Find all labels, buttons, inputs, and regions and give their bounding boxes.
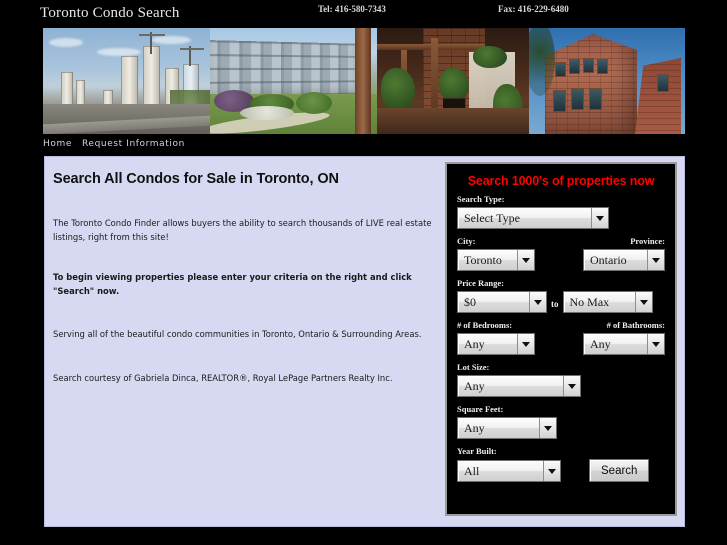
chevron-down-icon	[647, 334, 664, 354]
chevron-down-icon	[529, 292, 546, 312]
main-navigation: Home Request Information	[43, 136, 185, 152]
chevron-down-icon	[539, 418, 556, 438]
site-title: Toronto Condo Search	[40, 5, 180, 21]
select-year-built-value: All	[464, 463, 480, 478]
banner-image-strip	[43, 28, 685, 134]
service-area-paragraph: Serving all of the beautiful condo commu…	[53, 329, 422, 340]
label-lot-size: Lot Size:	[457, 362, 490, 372]
select-search-type-value: Select Type	[464, 210, 520, 225]
field-lot-size: Lot Size: Any	[457, 362, 665, 397]
chevron-down-icon	[563, 376, 580, 396]
banner-image-construction-skyline	[43, 28, 210, 134]
nav-link-request-information[interactable]: Request Information	[82, 139, 185, 149]
select-bathrooms-value: Any	[590, 336, 611, 351]
intro-column: Search All Condos for Sale in Toronto, O…	[53, 165, 445, 386]
banner-image-brick-loft	[529, 28, 685, 134]
banner-image-condo-garden	[210, 28, 377, 134]
nav-link-home[interactable]: Home	[43, 139, 72, 149]
select-province[interactable]: Ontario	[583, 249, 665, 271]
label-province: Province:	[630, 236, 665, 246]
chevron-down-icon	[634, 292, 652, 312]
select-bedrooms-value: Any	[464, 336, 485, 351]
select-price-min[interactable]: $0	[457, 291, 547, 313]
search-panel-title: Search 1000's of properties now	[467, 174, 655, 188]
label-year-built: Year Built:	[457, 446, 497, 456]
select-lot-size[interactable]: Any	[457, 375, 581, 397]
content-panel: Search All Condos for Sale in Toronto, O…	[44, 156, 685, 527]
select-price-min-value: $0	[464, 294, 476, 309]
label-bedrooms: # of Bedrooms:	[457, 320, 513, 330]
courtesy-paragraph: Search courtesy of Gabriela Dinca, REALT…	[53, 373, 393, 384]
select-bedrooms[interactable]: Any	[457, 333, 535, 355]
label-price-range: Price Range:	[457, 278, 504, 288]
phone-number: Tel: 416-580-7343	[318, 4, 386, 14]
label-square-feet: Square Feet:	[457, 404, 504, 414]
property-search-panel: Search 1000's of properties now Search T…	[445, 162, 677, 516]
label-bathrooms: # of Bathrooms:	[606, 320, 665, 330]
select-price-max-value: No Max	[569, 294, 610, 309]
page-title: Search All Condos for Sale in Toronto, O…	[53, 171, 339, 187]
top-header-bar: Toronto Condo Search Tel: 416-580-7343 F…	[0, 0, 727, 28]
select-city[interactable]: Toronto	[457, 249, 535, 271]
field-bedrooms-bathrooms: # of Bedrooms: # of Bathrooms: Any Any	[457, 320, 665, 355]
chevron-down-icon	[543, 461, 560, 481]
select-lot-size-value: Any	[464, 378, 485, 393]
select-square-feet[interactable]: Any	[457, 417, 557, 439]
instructions-paragraph: To begin viewing properties please enter…	[53, 271, 412, 296]
chevron-down-icon	[517, 250, 534, 270]
field-city-province: City: Province: Toronto Ontario	[457, 236, 665, 271]
select-bathrooms[interactable]: Any	[583, 333, 665, 355]
field-year-built: Year Built: All Search	[457, 446, 665, 482]
chevron-down-icon	[647, 250, 664, 270]
select-price-max[interactable]: No Max	[562, 291, 653, 313]
chevron-down-icon	[517, 334, 534, 354]
price-range-separator: to	[551, 299, 559, 309]
select-square-feet-value: Any	[464, 420, 485, 435]
label-city: City:	[457, 236, 476, 246]
label-search-type: Search Type:	[457, 194, 505, 204]
fax-number: Fax: 416-229-6480	[498, 4, 569, 14]
select-year-built[interactable]: All	[457, 460, 561, 482]
banner-image-courtyard-patio	[377, 28, 529, 134]
chevron-down-icon	[591, 208, 608, 228]
select-search-type[interactable]: Select Type	[457, 207, 609, 229]
field-search-type: Search Type: Select Type	[457, 194, 665, 229]
field-square-feet: Square Feet: Any	[457, 404, 665, 439]
select-city-value: Toronto	[464, 252, 502, 267]
select-province-value: Ontario	[590, 252, 627, 267]
field-price-range: Price Range: $0 to No Max	[457, 278, 665, 313]
intro-paragraph: The Toronto Condo Finder allows buyers t…	[53, 218, 432, 242]
search-button[interactable]: Search	[589, 459, 650, 482]
